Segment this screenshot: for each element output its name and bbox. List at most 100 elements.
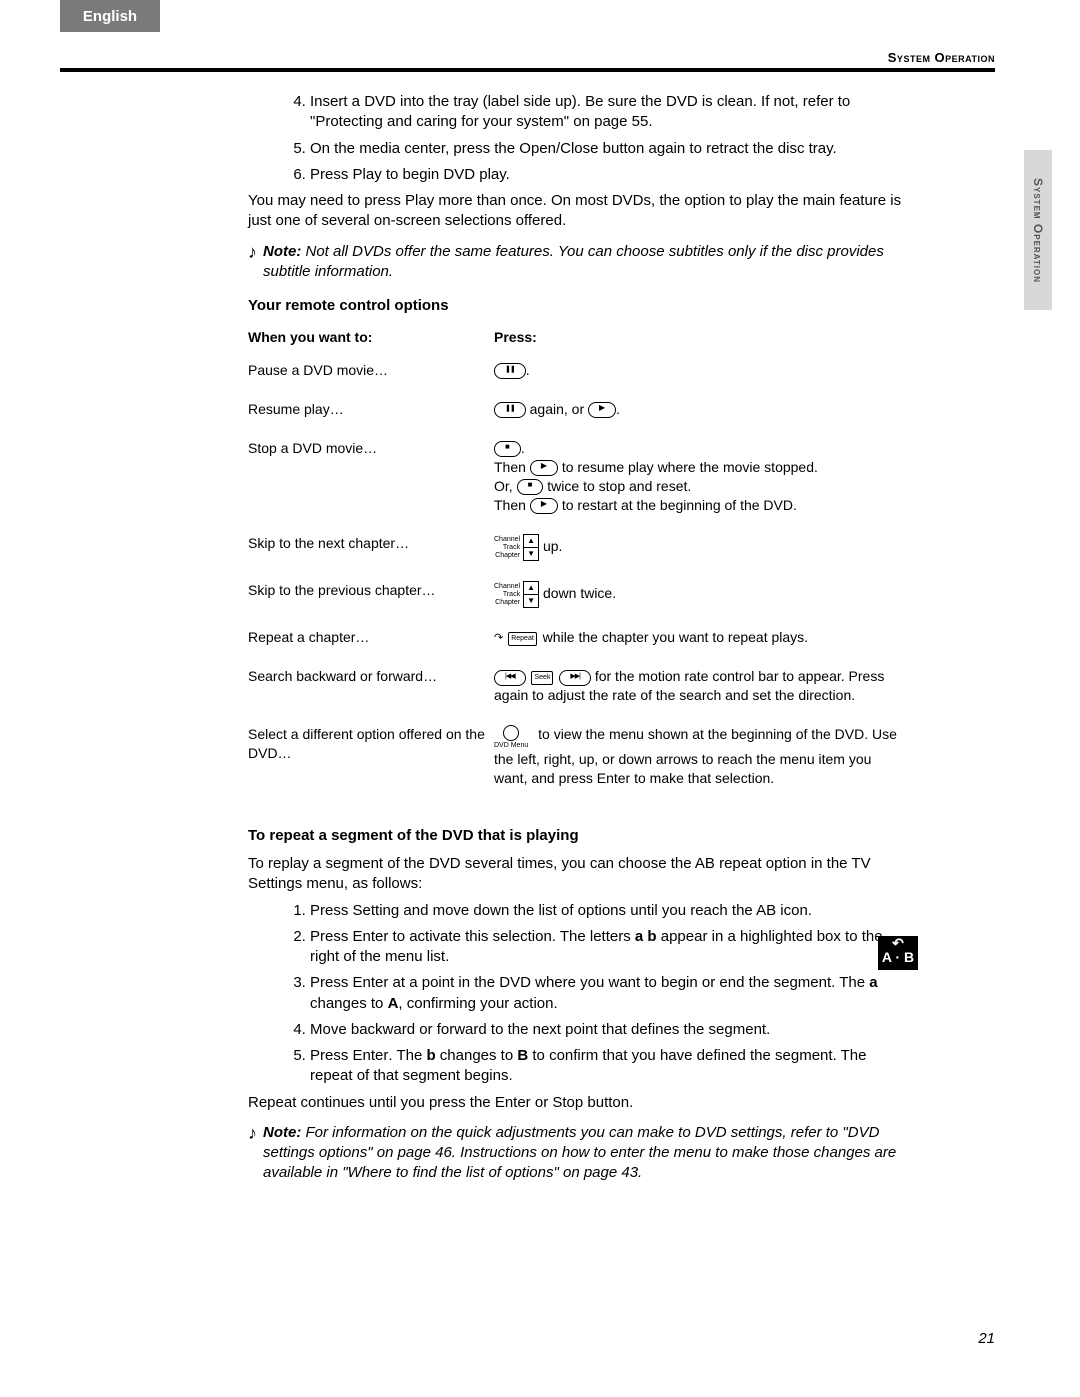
repeat-step-4: Move backward or forward to the next poi… <box>310 1020 908 1040</box>
row-next-chapter-press: Channel Track Chapter ▲▼ up. <box>494 524 908 571</box>
txt: twice to stop and reset. <box>543 478 691 494</box>
table-row: Skip to the previous chapter… Channel Tr… <box>248 571 908 618</box>
seek-label: Seek <box>531 671 553 685</box>
content-area: Insert a DVD into the tray (label side u… <box>248 92 908 1196</box>
txt: Press <box>310 928 353 945</box>
channel-up-down-icon: ▲▼ <box>523 581 539 608</box>
txt: Or, <box>494 478 517 494</box>
heading-remote-options: Your remote control options <box>248 296 908 316</box>
heading-repeat-segment: To repeat a segment of the DVD that is p… <box>248 826 908 846</box>
language-tab: English <box>60 0 160 32</box>
table-row: Resume play… again, or . <box>248 390 908 429</box>
txt: at a point in the DVD where you want to … <box>388 974 869 991</box>
txt: changes to <box>310 995 388 1012</box>
channel-labels: Channel Track Chapter <box>494 536 520 560</box>
circle-icon <box>503 725 519 741</box>
enter-key-label: Enter <box>353 974 389 991</box>
txt: changes to <box>436 1047 518 1064</box>
row-option-label: Select a different option offered on the… <box>248 715 494 798</box>
note-2-body: Note: For information on the quick adjus… <box>263 1123 908 1184</box>
setup-steps: Insert a DVD into the tray (label side u… <box>248 92 908 185</box>
letter-b: b <box>426 1047 435 1064</box>
note-2: ♪ Note: For information on the quick adj… <box>248 1123 908 1184</box>
row-option-press: DVD Menu to view the menu shown at the b… <box>494 715 908 798</box>
letter-a: a <box>869 974 877 991</box>
side-section-tab: System Operation <box>1024 150 1052 310</box>
paragraph-repeat-intro: To replay a segment of the DVD several t… <box>248 854 908 895</box>
step-6-post: to begin DVD play. <box>382 166 510 183</box>
para-pre: You may need to press <box>248 192 405 209</box>
step-6-pre: Press <box>310 166 353 183</box>
enter-key-label: Enter <box>495 1094 531 1111</box>
row-repeat-press: ↷ Repeat while the chapter you want to r… <box>494 618 908 657</box>
txt: to activate this selection. The letters <box>388 928 635 945</box>
channel-chapter-button: Channel Track Chapter ▲▼ <box>494 581 539 608</box>
txt: Then <box>494 497 530 513</box>
music-note-icon: ♪ <box>248 243 257 261</box>
header-rule <box>60 68 995 72</box>
table-row: Repeat a chapter… ↷ Repeat while the cha… <box>248 618 908 657</box>
dvd-menu-button-icon: DVD Menu <box>494 725 528 750</box>
row-search-press: Seek for the motion rate control bar to … <box>494 657 908 715</box>
txt: Press <box>310 902 353 919</box>
repeat-step-3: Press Enter at a point in the DVD where … <box>310 973 908 1014</box>
pause-button-icon <box>494 363 526 379</box>
repeat-step-1: Press Setting and move down the list of … <box>310 901 908 921</box>
txt: . The <box>388 1047 426 1064</box>
row-pause-label: Pause a DVD movie… <box>248 351 494 390</box>
row-search-label: Search backward or forward… <box>248 657 494 715</box>
repeat-arrow-icon: ↷ <box>494 631 503 646</box>
play-key-label-2: Play <box>405 192 434 209</box>
channel-labels: Channel Track Chapter <box>494 583 520 607</box>
seek-fwd-button-icon <box>559 670 591 686</box>
row-prev-chapter-press: Channel Track Chapter ▲▼ down twice. <box>494 571 908 618</box>
col-press: Press: <box>494 324 908 351</box>
paragraph-play-more: You may need to press Play more than onc… <box>248 191 908 232</box>
txt: to resume play where the movie stopped. <box>558 459 818 475</box>
row-stop-label: Stop a DVD movie… <box>248 429 494 525</box>
row-next-chapter-label: Skip to the next chapter… <box>248 524 494 571</box>
music-note-icon: ♪ <box>248 1124 257 1142</box>
play-key-label: Play <box>353 166 382 183</box>
page: English System Operation System Operatio… <box>0 0 1080 1397</box>
play-button-icon <box>530 460 558 476</box>
pause-button-icon <box>494 402 526 418</box>
repeat-label: Repeat <box>508 632 537 646</box>
enter-key-label: Enter <box>353 1047 389 1064</box>
txt: or Stop button. <box>531 1094 634 1111</box>
header-section-title: System Operation <box>888 50 995 65</box>
col-when: When you want to: <box>248 324 494 351</box>
table-row: Stop a DVD movie… . Then to resume play … <box>248 429 908 525</box>
txt: to restart at the beginning of the DVD. <box>558 497 797 513</box>
txt: down twice. <box>539 586 616 602</box>
table-row: Skip to the next chapter… Channel Track … <box>248 524 908 571</box>
txt: Press <box>310 974 353 991</box>
paragraph-repeat-end: Repeat continues until you press the Ent… <box>248 1093 908 1113</box>
txt: and move down the list of options until … <box>399 902 812 919</box>
txt: Then <box>494 459 530 475</box>
table-row: Pause a DVD movie… . <box>248 351 908 390</box>
row-resume-press: again, or . <box>494 390 908 429</box>
letter-cap-a: A <box>388 995 399 1012</box>
enter-key-label: Enter <box>353 928 389 945</box>
channel-up-down-icon: ▲▼ <box>523 534 539 561</box>
play-button-icon <box>530 498 558 514</box>
repeat-step-5: Press Enter. The b changes to B to confi… <box>310 1046 908 1087</box>
step-5: On the media center, press the Open/Clos… <box>310 139 908 159</box>
page-number: 21 <box>978 1330 995 1347</box>
table-row: Select a different option offered on the… <box>248 715 908 798</box>
ab-letters: a b <box>635 928 657 945</box>
row-pause-press: . <box>494 351 908 390</box>
row-repeat-label: Repeat a chapter… <box>248 618 494 657</box>
step-4: Insert a DVD into the tray (label side u… <box>310 92 908 133</box>
repeat-button-icon: ↷ Repeat <box>494 631 539 646</box>
note-1-body: Note: Not all DVDs offer the same featur… <box>263 242 908 283</box>
txt: to make that selection. <box>630 770 774 786</box>
seek-back-button-icon <box>494 670 526 686</box>
row-prev-chapter-label: Skip to the previous chapter… <box>248 571 494 618</box>
ab-repeat-icon: A · B <box>878 936 918 970</box>
enter-key-label: Enter <box>597 770 630 786</box>
note-label: Note: <box>263 1124 301 1141</box>
repeat-step-2: Press Enter to activate this selection. … <box>310 927 908 968</box>
txt: Press <box>310 1047 353 1064</box>
